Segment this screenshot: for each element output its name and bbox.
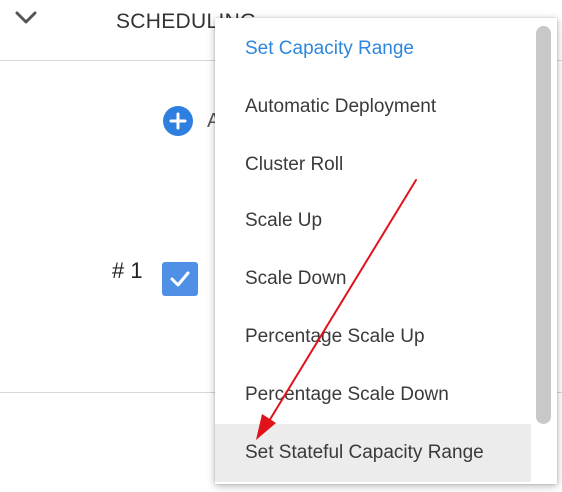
action-type-dropdown[interactable]: Set Capacity Range Automatic Deployment … (215, 18, 557, 484)
dropdown-item-scale-up[interactable]: Scale Up (215, 192, 531, 250)
dropdown-item-automatic-deployment[interactable]: Automatic Deployment (215, 78, 531, 136)
scrollbar-thumb[interactable] (536, 26, 551, 424)
row-number: # 1 (112, 258, 143, 283)
plus-circle-icon (163, 106, 193, 136)
dropdown-item-set-capacity-range[interactable]: Set Capacity Range (215, 20, 531, 78)
dropdown-item-percentage-scale-down[interactable]: Percentage Scale Down (215, 366, 531, 424)
dropdown-scrollbar[interactable] (531, 18, 557, 484)
dropdown-item-set-stateful-capacity-range[interactable]: Set Stateful Capacity Range (215, 424, 531, 482)
checkmark-icon (170, 271, 190, 287)
chevron-down-icon[interactable] (14, 8, 38, 28)
dropdown-item-scale-down[interactable]: Scale Down (215, 250, 531, 308)
page: SCHEDULING Add # 1 Set Capacity Range Au… (0, 0, 562, 492)
dropdown-item-percentage-scale-up[interactable]: Percentage Scale Up (215, 308, 531, 366)
dropdown-item-cluster-roll[interactable]: Cluster Roll (215, 136, 531, 194)
row-checkbox[interactable] (162, 262, 198, 296)
